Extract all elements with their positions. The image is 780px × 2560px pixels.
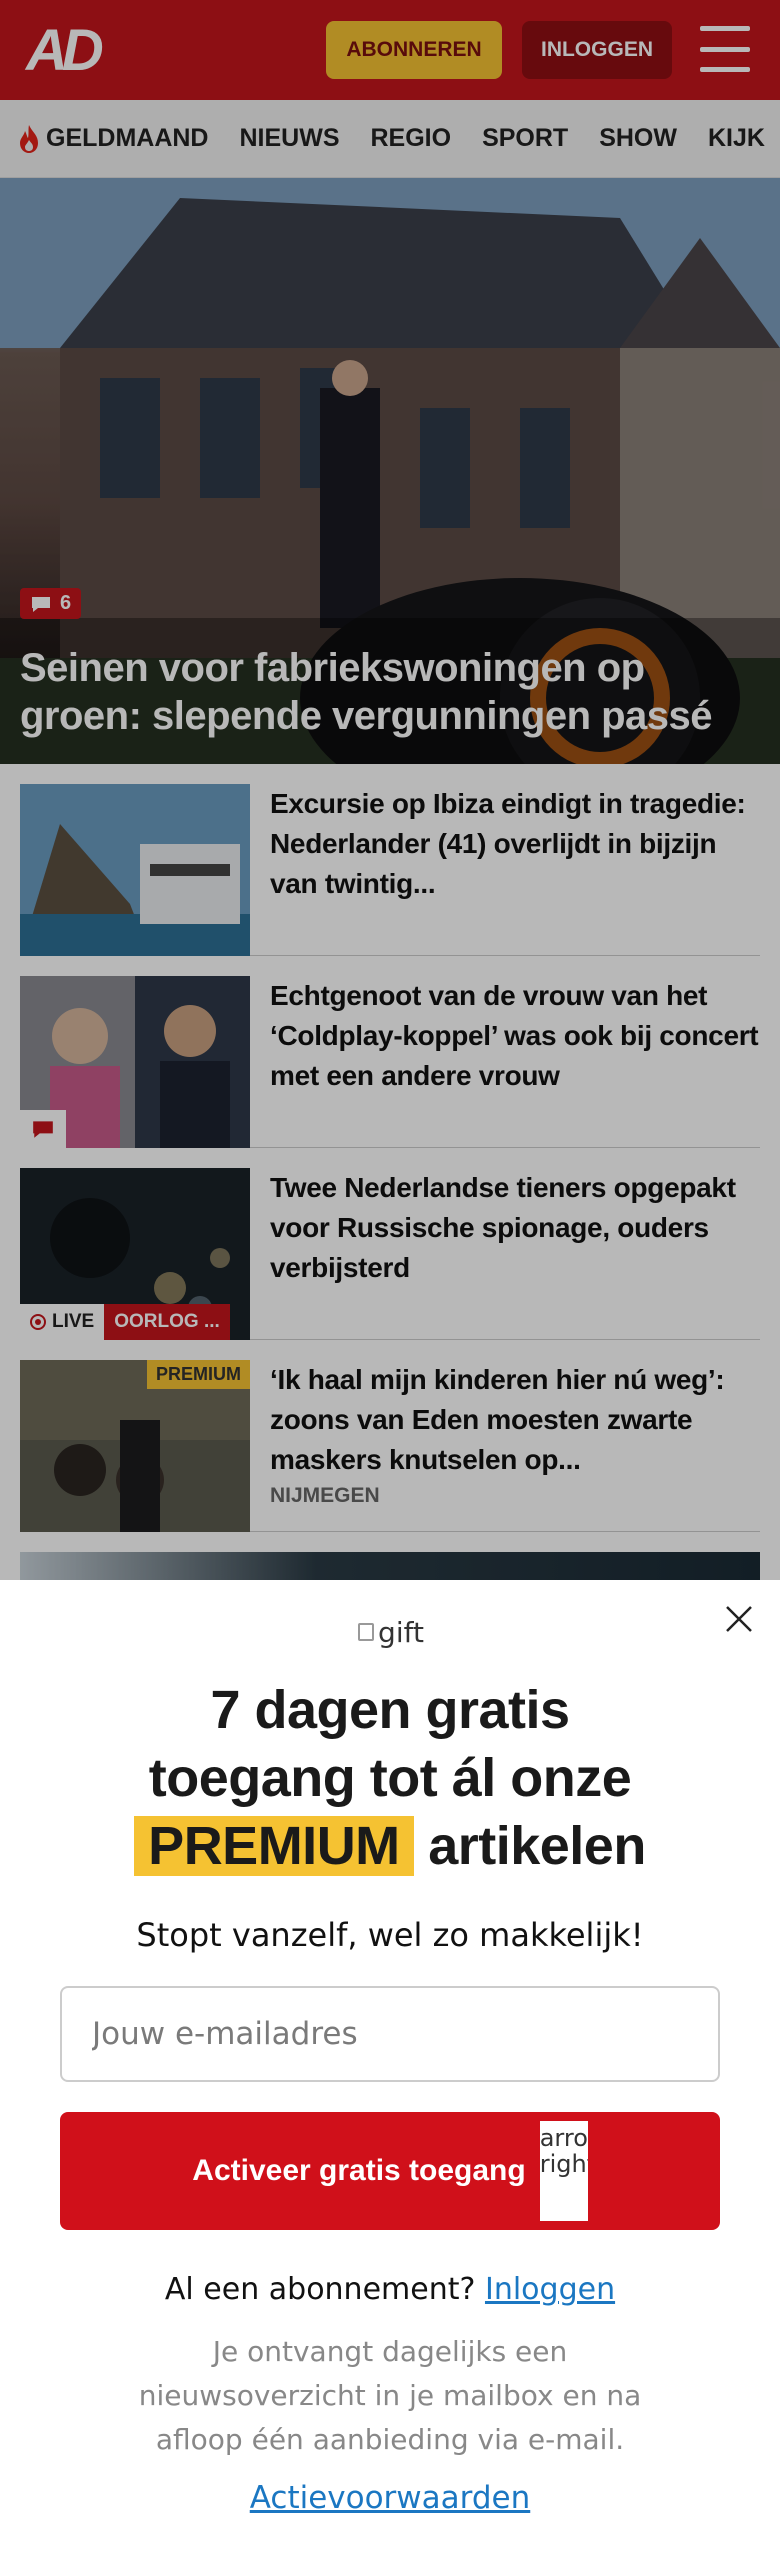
article-thumbnail <box>20 976 250 1148</box>
article-list: Excursie op Ibiza eindigt in tragedie: N… <box>0 764 780 1584</box>
article-title[interactable]: Excursie op Ibiza eindigt in tragedie: N… <box>270 784 760 904</box>
comment-icon <box>32 596 50 612</box>
article-thumbnail: PREMIUM <box>20 1360 250 1532</box>
subscribe-button[interactable]: ABONNEREN <box>326 21 502 79</box>
info-text: Je ontvangt dagelijks een nieuwsoverzich… <box>138 2335 642 2456</box>
nav-item-nieuws[interactable]: NIEUWS <box>240 124 340 153</box>
gift-image: gift <box>346 1612 436 1652</box>
list-item[interactable]: LIVE OORLOG ... Twee Nederlandse tieners… <box>20 1148 760 1340</box>
premium-badge: PREMIUM <box>147 1360 250 1389</box>
list-item[interactable]: Echtgenoot van de vrouw van het ‘Coldpla… <box>20 956 760 1148</box>
nav-item-geldmaand[interactable]: GELDMAAND <box>18 124 209 154</box>
activate-free-access-button[interactable]: Activeer gratis toegang arrow right <box>60 2112 720 2230</box>
comment-badge <box>20 1110 66 1148</box>
list-item[interactable]: PREMIUM ‘Ik haal mijn kinderen hier nú w… <box>20 1340 760 1532</box>
article-thumbnail <box>20 784 250 956</box>
list-item[interactable]: Excursie op Ibiza eindigt in tragedie: N… <box>20 764 760 956</box>
article-title[interactable]: Twee Nederlandse tieners opgepakt voor R… <box>270 1168 760 1288</box>
modal-subtitle: Stopt vanzelf, wel zo makkelijk! <box>136 1916 644 1954</box>
hero-article[interactable]: 6 Seinen voor fabriekswoningen op groen:… <box>0 178 780 764</box>
modal-title: 7 dagen gratis toegang tot ál onze PREMI… <box>0 1676 780 1880</box>
article-thumbnail: LIVE OORLOG ... <box>20 1168 250 1340</box>
nav-item-kijk[interactable]: KIJK <box>708 124 765 153</box>
comment-icon <box>33 1121 53 1138</box>
arrow-right-icon: arrow right <box>539 2121 588 2221</box>
ad-logo[interactable]: AD <box>26 17 104 84</box>
top-bar: AD ABONNEREN INLOGGEN <box>0 0 780 100</box>
terms-link[interactable]: Actievoorwaarden <box>250 2480 531 2516</box>
terms-wrapper: Actievoorwaarden <box>0 2480 780 2516</box>
menu-icon[interactable] <box>700 26 750 72</box>
premium-highlight: PREMIUM <box>134 1816 414 1876</box>
flame-icon <box>20 124 38 153</box>
trial-offer-modal: gift 7 dagen gratis toegang tot ál onze … <box>0 1580 780 2560</box>
login-link[interactable]: Inloggen <box>485 2272 615 2307</box>
email-field[interactable] <box>60 1986 720 2082</box>
article-title[interactable]: ‘Ik haal mijn kinderen hier nú weg’: zoo… <box>270 1360 760 1480</box>
article-region-tag: NIJMEGEN <box>270 1484 380 1507</box>
login-button[interactable]: INLOGGEN <box>522 21 672 79</box>
live-dot-icon <box>30 1314 46 1330</box>
live-tag: LIVE OORLOG ... <box>20 1304 230 1340</box>
broken-image-icon <box>358 1623 375 1641</box>
nav-item-sport[interactable]: SPORT <box>482 124 568 153</box>
comment-count-badge: 6 <box>20 588 82 619</box>
close-icon[interactable] <box>722 1602 756 1636</box>
section-nav: GELDMAAND NIEUWS REGIO SPORT SHOW KIJK <box>0 100 780 178</box>
hero-title[interactable]: Seinen voor fabriekswoningen op groen: s… <box>20 644 760 740</box>
existing-subscription-text: Al een abonnement? Inloggen <box>164 2272 616 2307</box>
nav-item-show[interactable]: SHOW <box>599 124 677 153</box>
nav-item-regio[interactable]: REGIO <box>371 124 452 153</box>
article-title[interactable]: Echtgenoot van de vrouw van het ‘Coldpla… <box>270 976 760 1096</box>
